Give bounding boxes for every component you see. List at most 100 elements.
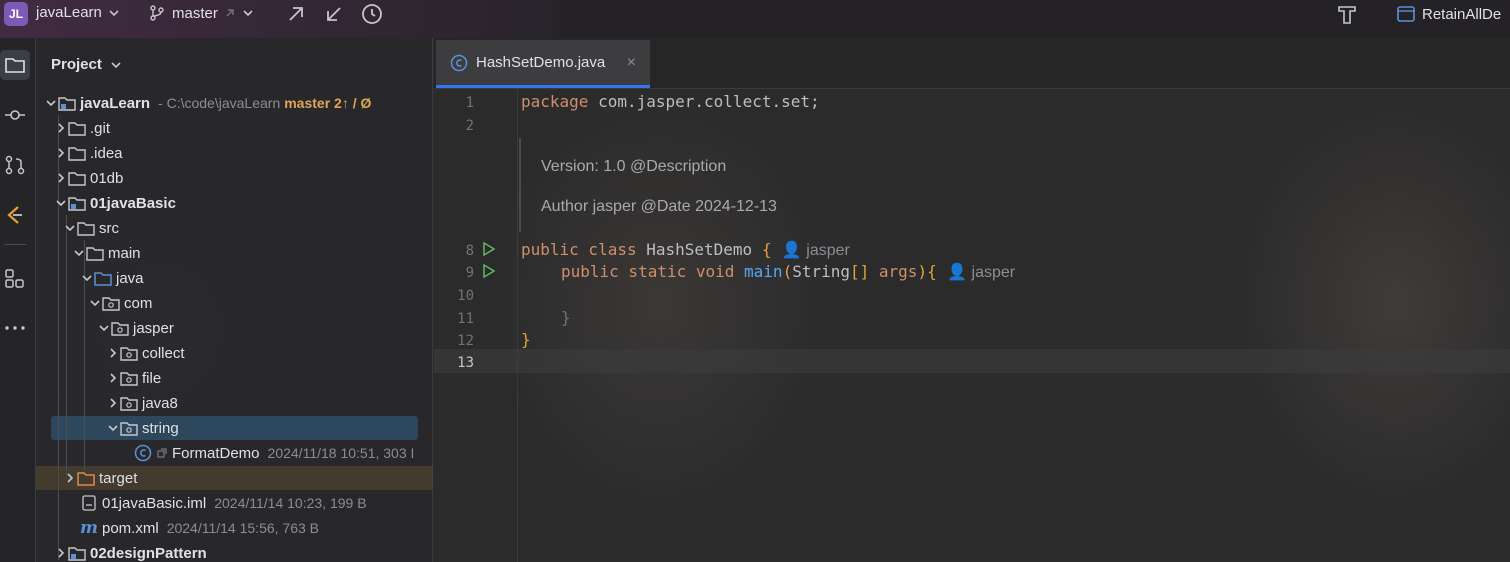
code-line-1[interactable]: package com.jasper.collect.set; <box>521 92 820 111</box>
current-line-highlight <box>434 349 1510 373</box>
chevron-right-icon <box>54 146 68 160</box>
file-meta: 2024/11/14 10:23, 199 B <box>214 495 367 511</box>
tree-item-string[interactable]: string <box>36 416 433 440</box>
tree-item-label: java8 <box>142 394 178 412</box>
tree-item-label: jasper <box>133 319 174 337</box>
update-icon[interactable] <box>322 2 346 26</box>
tree-item-label: collect <box>142 344 185 362</box>
module-folder-icon <box>68 545 86 561</box>
project-panel: Project javaLearn - C:\code\javaLearn ma… <box>36 38 433 562</box>
folder-icon <box>68 145 86 161</box>
code-line-9[interactable]: public static void main(String[] args){ … <box>521 262 1015 282</box>
tool-window-strip <box>0 38 36 562</box>
chevron-down-icon <box>88 296 102 310</box>
tree-item-com[interactable]: com <box>36 291 433 315</box>
pull-requests-icon[interactable] <box>0 150 30 180</box>
tree-item-02designpattern[interactable]: 02designPattern <box>36 541 433 562</box>
editor-gutter: 1 2 8 9 10 11 12 13 <box>434 90 518 562</box>
tree-item-main[interactable]: main <box>36 241 433 265</box>
history-icon[interactable] <box>360 2 384 26</box>
editor-tab-bar: HashSetDemo.java × <box>434 38 1510 89</box>
folder-icon <box>68 170 86 186</box>
run-gutter-icon[interactable] <box>482 242 496 256</box>
run-config-name: RetainAllDe <box>1422 5 1502 23</box>
code-line-11[interactable]: } <box>521 308 571 327</box>
tree-item-label: file <box>142 369 162 387</box>
iml-file-icon <box>80 495 98 511</box>
tree-item-label: string <box>142 419 179 437</box>
user-icon: 👤 <box>781 242 802 259</box>
tree-item-idea[interactable]: .idea <box>36 141 433 165</box>
folder-icon <box>77 220 95 236</box>
leetcode-icon[interactable] <box>0 200 30 230</box>
project-panel-title: Project <box>51 56 102 73</box>
structure-icon[interactable] <box>0 264 30 294</box>
chevron-down-icon <box>97 321 111 335</box>
tree-item-collect[interactable]: collect <box>36 341 433 365</box>
commit-icon[interactable] <box>0 100 30 130</box>
code-line-12[interactable]: } <box>521 330 531 349</box>
tree-item-java8[interactable]: java8 <box>36 391 433 415</box>
tree-item-target[interactable]: target <box>36 466 433 490</box>
tree-item-label: java <box>116 269 144 287</box>
chevron-right-icon <box>106 371 120 385</box>
tree-item-javalearn[interactable]: javaLearn - C:\code\javaLearn master 2↑ … <box>36 91 433 115</box>
package-icon <box>120 395 138 411</box>
tree-item-java[interactable]: java <box>36 266 433 290</box>
tree-item-01javabasic-iml[interactable]: 01javaBasic.iml 2024/11/14 10:23, 199 B <box>36 491 433 515</box>
build-hammer-icon[interactable] <box>1335 2 1359 26</box>
tree-item-01db[interactable]: 01db <box>36 166 433 190</box>
project-folder-icon[interactable] <box>0 50 30 80</box>
author-hint: 👤 jasper <box>781 242 850 259</box>
line-number: 11 <box>457 311 474 327</box>
file-meta: 2024/11/18 10:51, 303 I <box>267 445 415 461</box>
package-icon <box>120 370 138 386</box>
vcs-link-icon <box>156 445 168 461</box>
tree-item-label: javaLearn <box>80 94 151 112</box>
chevron-right-icon <box>106 346 120 360</box>
chevron-down-icon <box>111 61 121 68</box>
rendered-doc-comment: Version: 1.0 @Description Author jasper … <box>519 138 1119 232</box>
code-line-8[interactable]: public class HashSetDemo { 👤 jasper <box>521 240 850 260</box>
chevron-down-icon <box>54 196 68 210</box>
git-branch-icon <box>150 5 164 21</box>
tab-hashsetdemo[interactable]: HashSetDemo.java × <box>436 40 650 88</box>
line-number: 10 <box>457 288 474 304</box>
tree-item-src[interactable]: src <box>36 216 433 240</box>
tree-item-label: FormatDemo <box>172 444 260 462</box>
chevron-down-icon <box>243 10 253 17</box>
close-icon[interactable]: × <box>627 54 636 72</box>
project-panel-header[interactable]: Project <box>51 56 122 73</box>
ide-window: JL javaLearn master RetainAllDe Project … <box>0 0 1510 562</box>
doc-author: Author jasper @Date 2024-12-13 <box>541 198 777 215</box>
outgoing-arrow-icon <box>226 9 234 17</box>
tree-item-formatdemo[interactable]: FormatDemo 2024/11/18 10:51, 303 I <box>36 441 433 465</box>
project-badge[interactable]: JL <box>4 2 28 26</box>
package-icon <box>120 420 138 436</box>
tree-item-label: 01db <box>90 169 124 187</box>
tree-item-git[interactable]: .git <box>36 116 433 140</box>
project-name: javaLearn <box>36 4 102 21</box>
chevron-right-icon <box>54 546 68 560</box>
title-bar: JL javaLearn master RetainAllDe <box>0 0 1510 38</box>
tree-item-pom-xml[interactable]: m pom.xml 2024/11/14 15:56, 763 B <box>36 516 433 540</box>
chevron-down-icon <box>106 421 120 435</box>
tree-item-file[interactable]: file <box>36 366 433 390</box>
tree-item-01javabasic[interactable]: 01javaBasic <box>36 191 433 215</box>
project-selector[interactable]: javaLearn <box>36 4 120 21</box>
chevron-right-icon <box>54 171 68 185</box>
chevron-down-icon <box>44 96 58 110</box>
excluded-folder-icon <box>77 470 95 486</box>
tree-item-label: src <box>99 219 119 237</box>
run-gutter-icon[interactable] <box>482 264 496 278</box>
tab-label: HashSetDemo.java <box>476 54 606 71</box>
push-icon[interactable] <box>284 2 308 26</box>
doc-version: Version: 1.0 @Description <box>541 158 727 175</box>
chevron-down-icon <box>109 9 119 16</box>
more-tools-icon[interactable] <box>0 313 30 343</box>
tree-item-jasper[interactable]: jasper <box>36 316 433 340</box>
run-config-selector[interactable]: RetainAllDe <box>1396 4 1501 24</box>
line-number: 2 <box>465 118 474 134</box>
chevron-down-icon <box>72 246 86 260</box>
branch-selector[interactable]: master <box>148 4 254 22</box>
